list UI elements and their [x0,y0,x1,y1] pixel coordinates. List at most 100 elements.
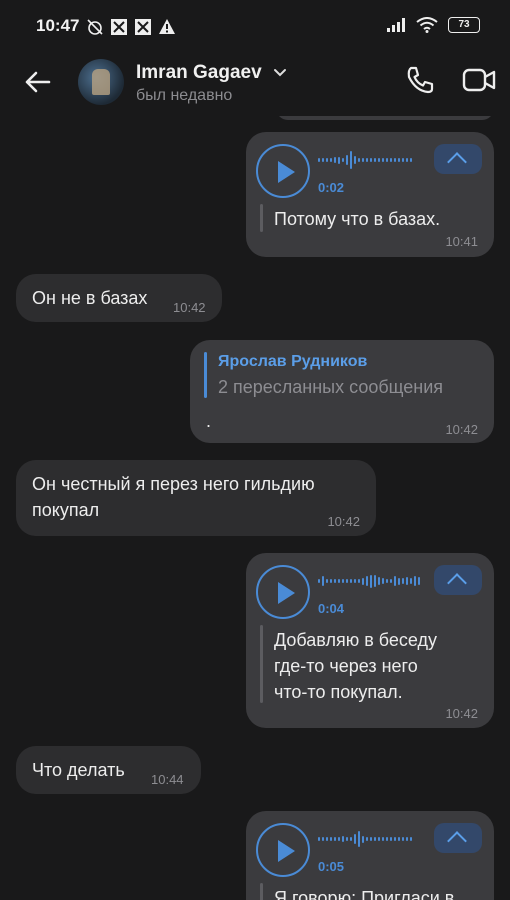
waveform-bar [322,158,324,162]
waveform-bar [410,158,412,162]
waveform-bar [354,578,356,584]
video-call-icon[interactable] [462,65,496,95]
waveform-bar [350,151,352,169]
waveform-bar [414,576,416,586]
waveform-bar [358,578,360,584]
waveform-bar [354,833,356,845]
waveform-bar [406,837,408,841]
forwarded-from-name[interactable]: Ярослав Рудников [218,353,367,371]
message-time: 10:42 [445,706,478,721]
waveform-bar [362,577,364,585]
system-icons: 73 [386,17,480,33]
waveform-bar [390,157,392,163]
message-time: 10:41 [445,234,478,249]
contact-name: Imran Gagaev [136,62,262,83]
back-arrow-icon[interactable] [22,66,54,98]
message-list[interactable]: 0:02 Потому что в базах. 10:41 Он не в б… [0,116,510,900]
waveform-bar [394,158,396,162]
voice-waveform[interactable] [318,571,420,591]
waveform-bar [318,158,320,162]
transcript-text: Я говорю: Пригласи в [274,888,455,900]
forwarded-messages-count[interactable]: 2 пересланных сообщения [218,377,443,398]
waveform-bar [386,837,388,841]
waveform-bar [374,157,376,163]
voice-message-bubble[interactable]: 0:02 Потому что в базах. 10:41 [246,132,494,257]
collapse-transcript-button[interactable] [434,144,482,174]
waveform-bar [398,577,400,585]
collapse-transcript-button[interactable] [434,565,482,595]
message-time: 10:44 [151,772,184,787]
collapse-transcript-button[interactable] [434,823,482,853]
waveform-bar [378,837,380,841]
waveform-bar [350,837,352,841]
message-bubble[interactable]: Он честный я перез него гильдию покупал … [16,460,376,536]
warning-icon [159,19,175,34]
play-button[interactable] [256,823,310,877]
waveform-bar [370,574,372,588]
transcript-text-line: Добавляю в беседу [274,630,438,650]
message-text-line: Он честный я перез него гильдию [32,474,315,494]
waveform-bar [362,835,364,843]
waveform-bar [334,157,336,163]
voice-message-bubble[interactable]: 0:05 Я говорю: Пригласи в [246,811,494,900]
waveform-bar [382,158,384,162]
message-bubble[interactable]: Что делать 10:44 [16,746,201,794]
waveform-bar [362,157,364,163]
wifi-icon [416,17,438,33]
voice-duration: 0:04 [318,601,345,616]
phone-icon[interactable] [404,64,436,96]
waveform-bar [398,158,400,162]
contact-status: был недавно [136,87,233,104]
app-notification-icon [111,19,127,35]
status-bar: 10:47 73 [0,0,510,56]
waveform-bar [382,578,384,584]
waveform-bar [326,837,328,841]
waveform-bar [370,158,372,162]
waveform-bar [390,579,392,583]
waveform-bar [418,576,420,586]
waveform-bar [338,156,340,164]
waveform-bar [322,837,324,841]
waveform-bar [318,579,320,583]
waveform-bar [330,579,332,583]
message-bubble[interactable]: Он не в базах 10:42 [16,274,222,322]
transcript-bar [260,625,263,703]
waveform-bar [354,155,356,165]
waveform-bar [406,576,408,586]
play-button[interactable] [256,144,310,198]
waveform-bar [346,837,348,841]
message-text: . [206,411,212,431]
contact-name-row[interactable]: Imran Gagaev [136,62,287,84]
waveform-bar [382,837,384,841]
transcript-bar [260,204,263,232]
voice-waveform[interactable] [318,150,412,170]
message-time: 10:42 [173,300,206,315]
status-time: 10:47 [36,16,80,35]
avatar[interactable] [78,59,124,105]
app-notification-icon [135,19,151,35]
waveform-bar [322,575,324,587]
waveform-bar [366,158,368,162]
transcript-text: Потому что в базах. [274,209,441,229]
voice-message-bubble[interactable]: 0:04 Добавляю в беседу где-то через него… [246,553,494,728]
waveform-bar [386,578,388,584]
waveform-bar [390,837,392,841]
waveform-bar [410,837,412,841]
voice-waveform[interactable] [318,829,412,849]
message-time: 10:42 [327,514,360,529]
notification-icons [86,18,176,36]
waveform-bar [402,578,404,584]
play-button[interactable] [256,565,310,619]
forwarded-message-bubble[interactable]: Ярослав Рудников 2 пересланных сообщения… [190,340,494,443]
waveform-bar [350,579,352,583]
waveform-bar [342,157,344,163]
waveform-bar [358,157,360,163]
waveform-bar [338,837,340,841]
waveform-bar [394,575,396,587]
waveform-bar [334,837,336,841]
message-bubble[interactable] [276,116,494,120]
waveform-bar [346,154,348,166]
waveform-bar [338,578,340,584]
battery-icon: 73 [448,17,480,33]
waveform-bar [358,831,360,847]
